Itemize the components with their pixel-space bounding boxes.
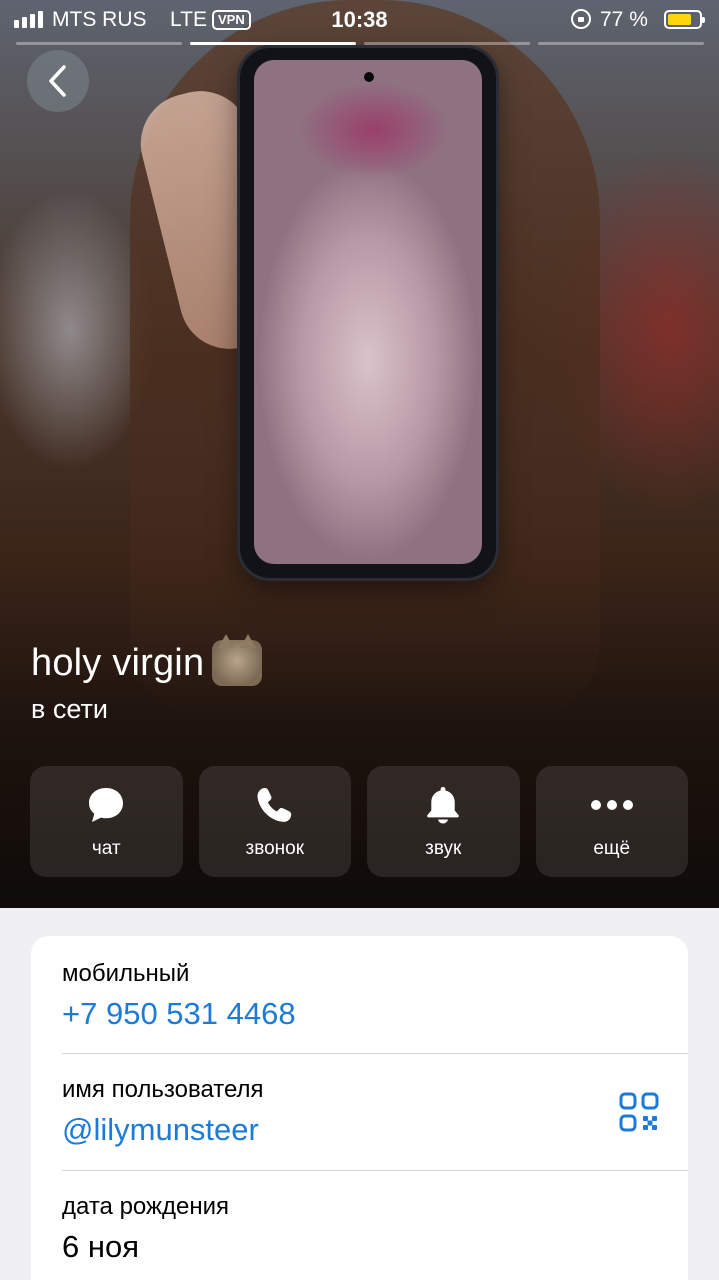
birthday-value: 6 ноя: [62, 1229, 140, 1264]
qr-code-icon[interactable]: [618, 1091, 660, 1133]
username-label: имя пользователя: [62, 1076, 264, 1103]
battery-fill: [668, 14, 692, 25]
photo-held-phone-screen: [254, 60, 482, 564]
username-value[interactable]: @lilymunsteer: [62, 1112, 259, 1148]
chevron-left-icon: [49, 65, 66, 97]
birthday-row: дата рождения 6 ноя: [31, 1171, 688, 1280]
bell-icon: [427, 786, 460, 823]
more-button[interactable]: ещё: [535, 766, 688, 877]
photo-held-phone-camera: [364, 72, 374, 82]
cat-emoji-icon: [212, 634, 263, 686]
photo-progress-segment: [364, 42, 530, 45]
profile-name-row: holy virgin: [31, 634, 263, 686]
more-dots-icon: [590, 799, 633, 810]
birthday-label: дата рождения: [62, 1193, 230, 1220]
profile-name: holy virgin: [31, 641, 205, 684]
photo-progress-segment: [16, 42, 182, 45]
call-button-label: звонок: [245, 837, 305, 859]
battery-percent: 77 %: [600, 8, 648, 31]
status-bar: MTS RUS LTE VPN 10:38 77 %: [0, 0, 719, 40]
orientation-lock-icon: [571, 9, 591, 29]
mobile-row[interactable]: мобильный +7 950 531 4468: [31, 936, 688, 1054]
photo-progress-segment: [190, 42, 356, 45]
back-button[interactable]: [27, 50, 89, 112]
chat-button[interactable]: чат: [30, 766, 183, 877]
profile-info-card: мобильный +7 950 531 4468 имя пользовате…: [31, 936, 688, 1280]
battery-icon: [664, 10, 705, 29]
mobile-value[interactable]: +7 950 531 4468: [62, 996, 296, 1032]
photo-progress-segments: [16, 42, 704, 45]
photo-progress-segment: [538, 42, 704, 45]
more-button-label: ещё: [593, 837, 631, 859]
action-buttons: чат звонок звук ещё: [30, 766, 688, 877]
photo-held-phone: [240, 48, 496, 578]
username-row[interactable]: имя пользователя @lilymunsteer: [31, 1054, 688, 1171]
chat-bubble-icon: [89, 787, 124, 822]
chat-button-label: чат: [91, 837, 121, 859]
profile-screen: MTS RUS LTE VPN 10:38 77 % holy virgin в…: [0, 0, 719, 1280]
call-button[interactable]: звонок: [198, 766, 351, 877]
online-status: в сети: [31, 694, 108, 724]
sound-button[interactable]: звук: [367, 766, 520, 877]
mobile-label: мобильный: [62, 960, 190, 987]
phone-icon: [257, 787, 291, 822]
sound-button-label: звук: [425, 837, 462, 859]
